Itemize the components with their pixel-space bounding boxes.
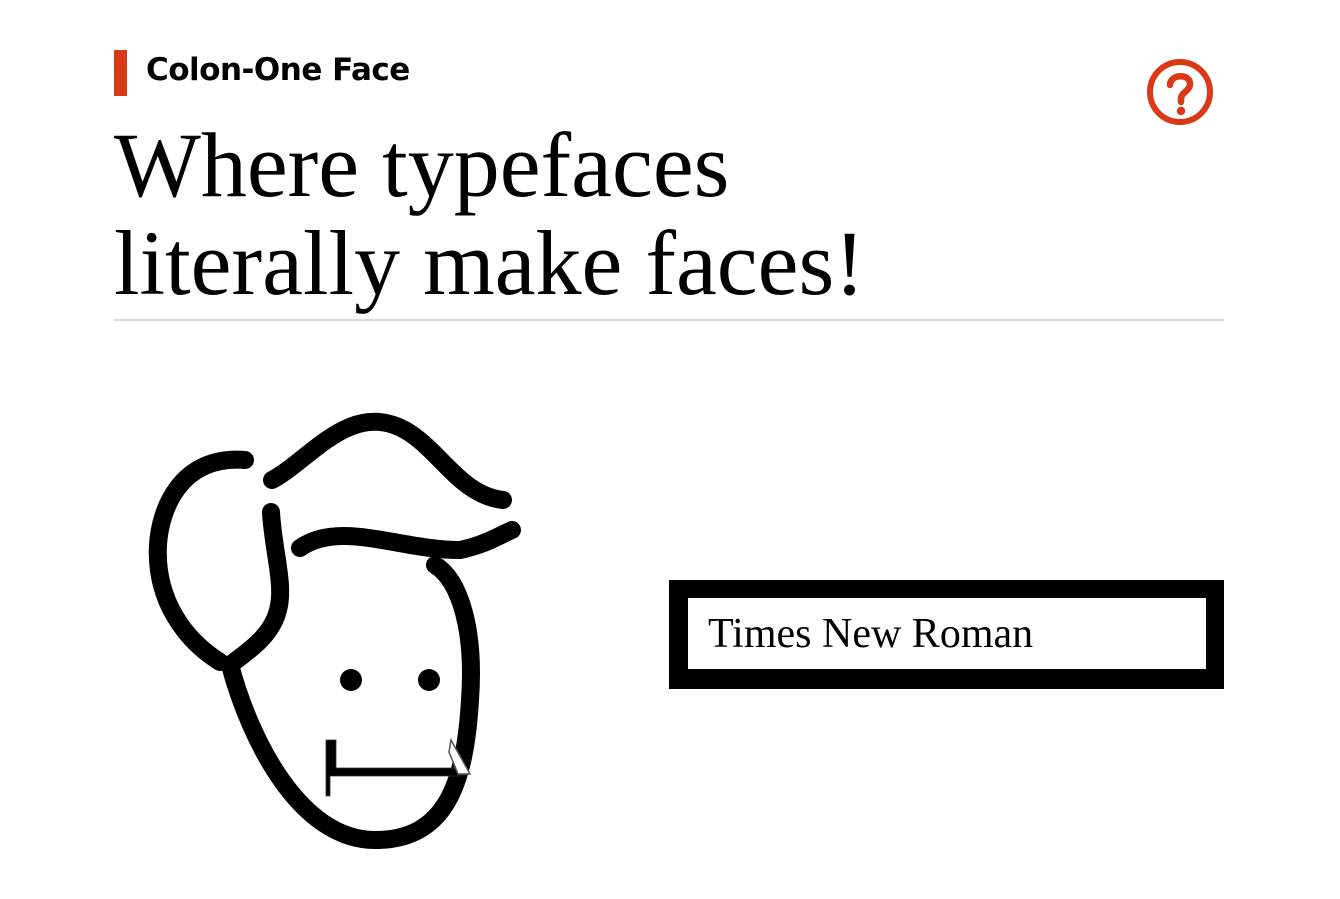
right-eye bbox=[418, 669, 440, 691]
face-illustration bbox=[148, 412, 521, 849]
brand-accent-bar bbox=[114, 50, 127, 96]
ear-line bbox=[221, 503, 290, 674]
headline-line-2: literally make faces! bbox=[114, 212, 865, 314]
left-eye bbox=[340, 669, 362, 691]
head-back bbox=[148, 450, 254, 671]
header-divider bbox=[114, 319, 1224, 321]
font-name-field-frame bbox=[669, 580, 1224, 689]
headline-line-1: Where typefaces bbox=[114, 114, 730, 216]
hair-swoosh bbox=[263, 412, 512, 509]
question-circle-icon bbox=[1147, 59, 1213, 125]
help-button[interactable] bbox=[1145, 57, 1215, 127]
brand-name: Colon-One Face bbox=[146, 51, 410, 88]
face-contour bbox=[221, 556, 480, 849]
brand: Colon-One Face bbox=[114, 50, 410, 96]
page-headline: Where typefaces literally make faces! bbox=[114, 116, 1114, 312]
font-name-input[interactable] bbox=[688, 598, 1206, 669]
hair-curl bbox=[291, 521, 521, 559]
